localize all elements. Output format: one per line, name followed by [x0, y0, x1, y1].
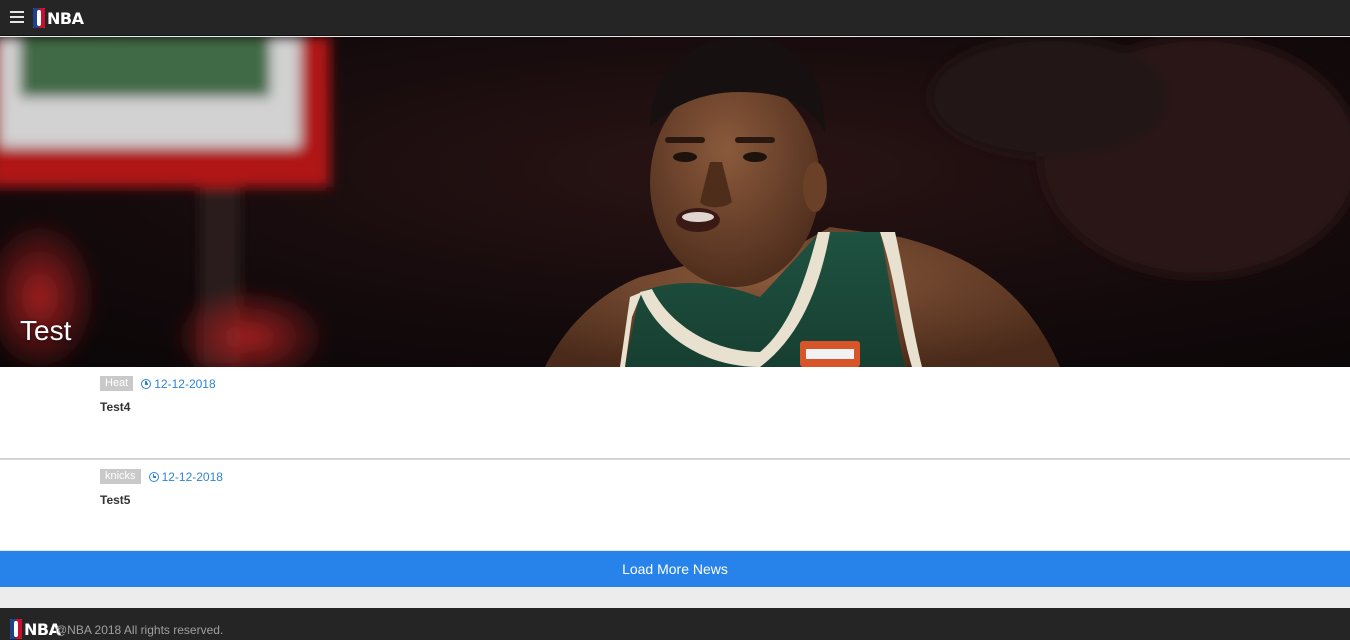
news-date: 12-12-2018: [148, 469, 223, 484]
date-text: 12-12-2018: [161, 469, 223, 484]
logo-text: NBA: [47, 8, 84, 28]
nba-logo-mark: [10, 619, 22, 639]
nba-logo[interactable]: NBA: [33, 7, 84, 29]
news-item[interactable]: Heat 12-12-2018 Test4: [0, 367, 1350, 459]
news-list: Heat 12-12-2018 Test4 knicks 12-12-2018 …: [0, 367, 1350, 551]
clock-icon: [148, 471, 159, 482]
nba-logo-mark: [33, 8, 45, 28]
hero-title: Test: [20, 315, 72, 346]
hamburger-menu-icon[interactable]: [10, 11, 24, 23]
copyright-text: @NBA 2018 All rights reserved.: [55, 623, 224, 637]
top-navbar: NBA: [0, 0, 1350, 36]
hero-image: [0, 37, 1350, 367]
load-more-button[interactable]: Load More News: [0, 550, 1350, 587]
news-meta: knicks 12-12-2018: [100, 469, 223, 484]
news-date: 12-12-2018: [141, 376, 216, 391]
hero-banner[interactable]: Test: [0, 37, 1350, 367]
news-meta: Heat 12-12-2018: [100, 376, 216, 391]
footer-nba-logo[interactable]: NBA: [10, 618, 61, 640]
footer: NBA @NBA 2018 All rights reserved.: [0, 608, 1350, 640]
team-tag[interactable]: Heat: [100, 376, 134, 391]
news-title[interactable]: Test5: [100, 493, 130, 507]
team-tag[interactable]: knicks: [100, 469, 141, 484]
clock-icon: [141, 378, 152, 389]
news-item[interactable]: knicks 12-12-2018 Test5: [0, 459, 1350, 551]
news-title[interactable]: Test4: [100, 400, 130, 414]
date-text: 12-12-2018: [154, 376, 216, 391]
